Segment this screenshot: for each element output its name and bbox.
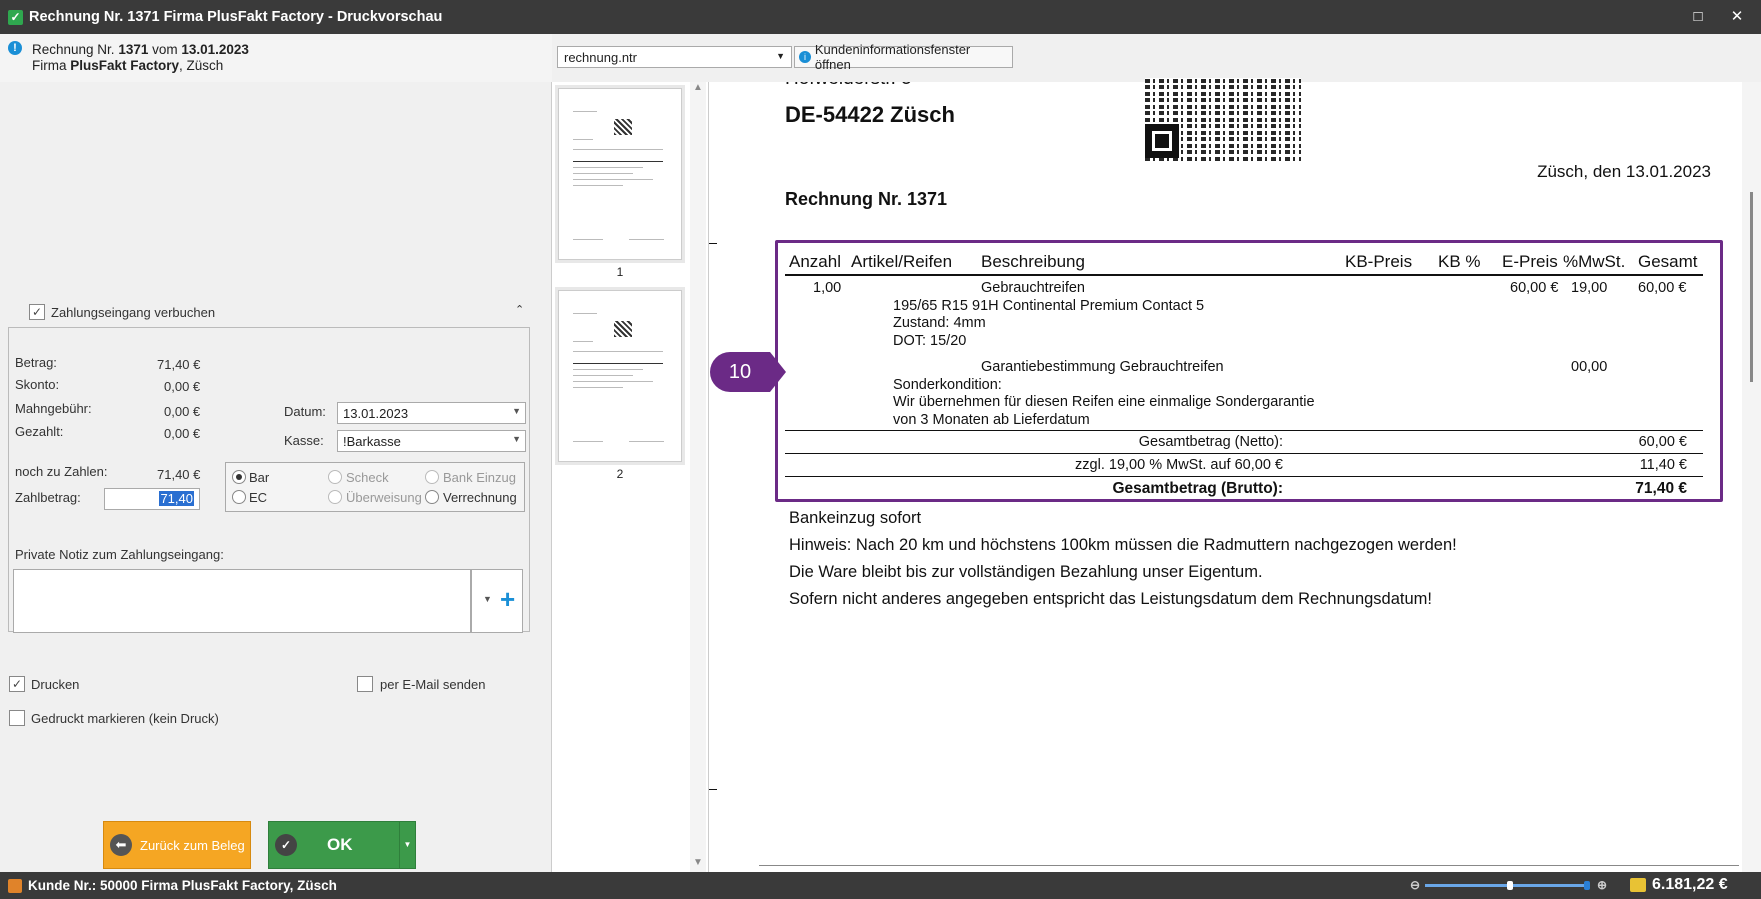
arrow-left-icon: ⬅ [110, 834, 132, 856]
ueberweisung-label: Überweisung [346, 490, 422, 505]
gezahlt-label: Gezahlt: [15, 424, 64, 439]
gedruckt-label: Gedruckt markieren (kein Druck) [31, 711, 219, 726]
betrag-value: 71,40 € [157, 357, 201, 372]
status-balance: 6.181,22 € [1652, 876, 1728, 893]
kasse-label: Kasse: [284, 433, 324, 448]
bank-einzug-label: Bank Einzug [443, 470, 516, 485]
drucken-label: Drucken [31, 677, 80, 692]
gedruckt-checkbox[interactable] [9, 710, 25, 726]
zahlbetrag-label: Zahlbetrag: [15, 490, 81, 505]
email-label: per E-Mail senden [380, 677, 486, 692]
collapse-icon[interactable]: ⌃ [515, 303, 524, 316]
invoice-title: Rechnung Nr. 1371 [785, 189, 948, 209]
chevron-down-icon[interactable]: ▼ [399, 822, 415, 868]
invoice-city: DE-54422 Züsch [785, 102, 955, 127]
datum-field[interactable]: 13.01.2023 ▼ [337, 402, 526, 424]
invoice-street: Hofweiderstr. 5 [785, 82, 912, 90]
title-bar: ✓ Rechnung Nr. 1371 Firma PlusFakt Facto… [0, 0, 1761, 34]
template-select[interactable]: rechnung.ntr ▼ [557, 46, 792, 68]
window-title: Rechnung Nr. 1371 Firma PlusFakt Factory… [29, 9, 443, 25]
ec-label: EC [249, 490, 268, 505]
thumbnail-column: 1 2 [552, 82, 709, 872]
scroll-up-icon[interactable]: ▲ [693, 82, 703, 93]
ok-button[interactable]: ✓ OK ▼ [268, 821, 416, 869]
horizontal-scrollbar[interactable] [759, 865, 1739, 866]
page-number-2: 2 [616, 467, 624, 481]
page-thumbnail-2[interactable] [558, 290, 682, 462]
callout-badge: 10 [710, 352, 786, 392]
chevron-down-icon: ▼ [512, 434, 521, 444]
invoice-info-line: Rechnung Nr. 1371 vom 13.01.2023 [32, 42, 249, 57]
page-number-1: 1 [616, 265, 624, 279]
customer-icon [8, 878, 22, 893]
zoom-out-icon[interactable]: ⊖ [1410, 878, 1420, 892]
fold-mark [709, 789, 717, 790]
chevron-down-icon: ▼ [776, 51, 785, 61]
zahlungseingang-checkbox[interactable]: ✓ [29, 304, 45, 320]
page-thumbnail-1[interactable] [558, 88, 682, 260]
fold-mark [709, 243, 717, 244]
mahn-label: Mahngebühr: [15, 401, 92, 416]
check-icon: ✓ [275, 834, 297, 856]
ec-radio[interactable] [232, 490, 246, 504]
zahlbetrag-input[interactable]: 71,40 [104, 488, 200, 510]
drucken-checkbox[interactable]: ✓ [9, 676, 25, 692]
scroll-down-icon[interactable]: ▼ [693, 857, 703, 868]
skonto-value: 0,00 € [164, 379, 201, 394]
verrechnung-label: Verrechnung [443, 490, 517, 505]
skonto-label: Skonto: [15, 377, 60, 392]
notiz-label: Private Notiz zum Zahlungseingang: [15, 547, 224, 562]
bank-einzug-radio[interactable] [425, 470, 439, 484]
add-icon[interactable]: + [500, 584, 515, 615]
section-label: Zahlungseingang verbuchen [51, 305, 216, 320]
scheck-label: Scheck [346, 470, 389, 485]
info-icon: i [799, 51, 811, 63]
maximize-icon[interactable]: □ [1683, 6, 1713, 28]
gezahlt-value: 0,00 € [164, 426, 201, 441]
qr-code [1145, 78, 1301, 161]
bar-radio[interactable] [232, 470, 246, 484]
mahn-value: 0,00 € [164, 404, 201, 419]
highlight-frame [775, 240, 1723, 502]
email-checkbox[interactable] [357, 676, 373, 692]
wallet-icon [1630, 878, 1646, 892]
noch-label: noch zu Zahlen: [15, 464, 108, 479]
notiz-button-group: ▼ + [471, 569, 523, 633]
back-to-document-button[interactable]: ⬅ Zurück zum Beleg [103, 821, 251, 869]
status-customer: Kunde Nr.: 50000 Firma PlusFakt Factory,… [28, 878, 337, 893]
notiz-textarea[interactable] [13, 569, 471, 633]
chevron-down-icon[interactable]: ▼ [483, 594, 492, 604]
verrechnung-radio[interactable] [425, 490, 439, 504]
close-icon[interactable]: ✕ [1722, 6, 1752, 28]
zoom-in-icon[interactable]: ⊕ [1597, 878, 1607, 892]
datum-label: Datum: [284, 404, 326, 419]
customer-info-button[interactable]: i Kundeninformationsfenster öffnen [794, 42, 1013, 72]
invoice-place-date: Züsch, den 13.01.2023 [1537, 162, 1711, 181]
ueberweisung-radio[interactable] [328, 490, 342, 504]
bar-label: Bar [249, 470, 270, 485]
noch-value: 71,40 € [157, 467, 201, 482]
betrag-label: Betrag: [15, 355, 57, 370]
kasse-select[interactable]: !Barkasse ▼ [337, 430, 526, 452]
info-icon: ! [8, 41, 22, 55]
thumbnail-scrollbar[interactable]: ▲ ▼ [690, 82, 706, 872]
company-info-line: Firma PlusFakt Factory, Züsch [32, 58, 224, 73]
chevron-down-icon: ▼ [512, 406, 521, 416]
invoice-notes: Bankeinzug sofort Hinweis: Nach 20 km un… [789, 509, 1457, 608]
zoom-slider[interactable] [1425, 881, 1590, 890]
preview-scrollbar[interactable] [1742, 82, 1761, 872]
info-bar: ! Rechnung Nr. 1371 vom 13.01.2023 Firma… [0, 34, 552, 82]
scheck-radio[interactable] [328, 470, 342, 484]
app-check-icon: ✓ [8, 9, 23, 25]
